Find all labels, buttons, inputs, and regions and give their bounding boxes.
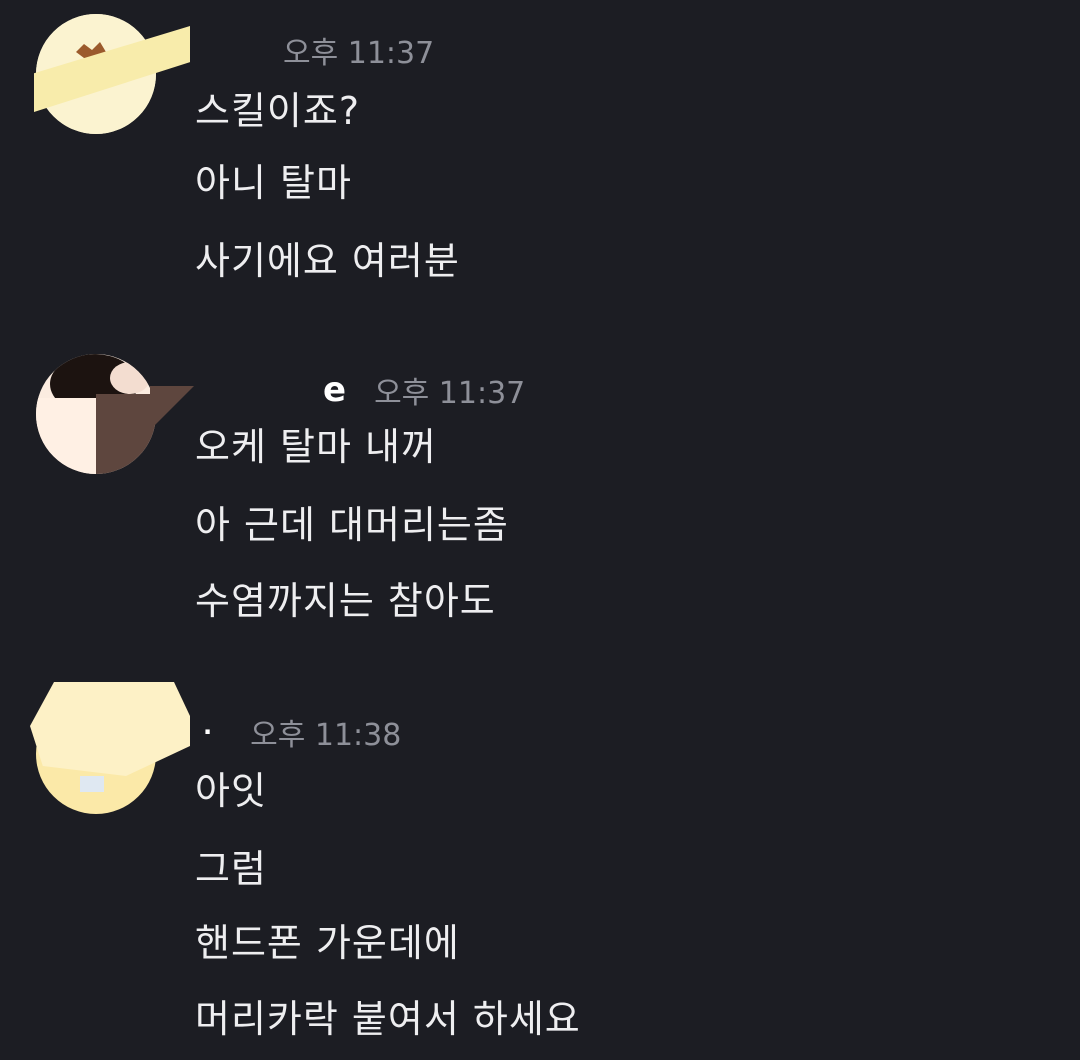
user-avatar[interactable]	[36, 354, 156, 474]
username[interactable]: e	[323, 370, 346, 410]
message-text[interactable]: 아잇	[195, 768, 267, 814]
message-text[interactable]: 사기에요 여러분	[195, 238, 460, 284]
redaction-mark	[30, 682, 190, 776]
username[interactable]: ·	[203, 718, 212, 746]
message-text[interactable]: 아니 탈마	[195, 160, 352, 206]
message-header: · 오후 11:38	[195, 712, 402, 753]
message-text[interactable]: 오케 탈마 내꺼	[195, 424, 437, 470]
avatar-image	[36, 354, 156, 474]
message-text[interactable]: 스킬이죠?	[195, 88, 360, 134]
message-text[interactable]: 머리카락 붙여서 하세요	[195, 996, 581, 1042]
chat-log: 오후 11:37 스킬이죠? 아니 탈마 사기에요 여러분 e 오후 11:37…	[0, 0, 1080, 1060]
message-text[interactable]: 수염까지는 참아도	[195, 578, 496, 624]
message-text[interactable]: 아 근데 대머리는좀	[195, 502, 509, 548]
timestamp: 오후 11:37	[374, 376, 526, 411]
message-header: 오후 11:37	[195, 30, 435, 71]
message-header: e 오후 11:37	[195, 370, 526, 411]
timestamp: 오후 11:37	[283, 36, 435, 71]
message-text[interactable]: 그럼	[195, 846, 267, 892]
redaction-mark	[150, 386, 194, 430]
timestamp: 오후 11:38	[250, 718, 402, 753]
message-text[interactable]: 핸드폰 가운데에	[195, 920, 460, 966]
